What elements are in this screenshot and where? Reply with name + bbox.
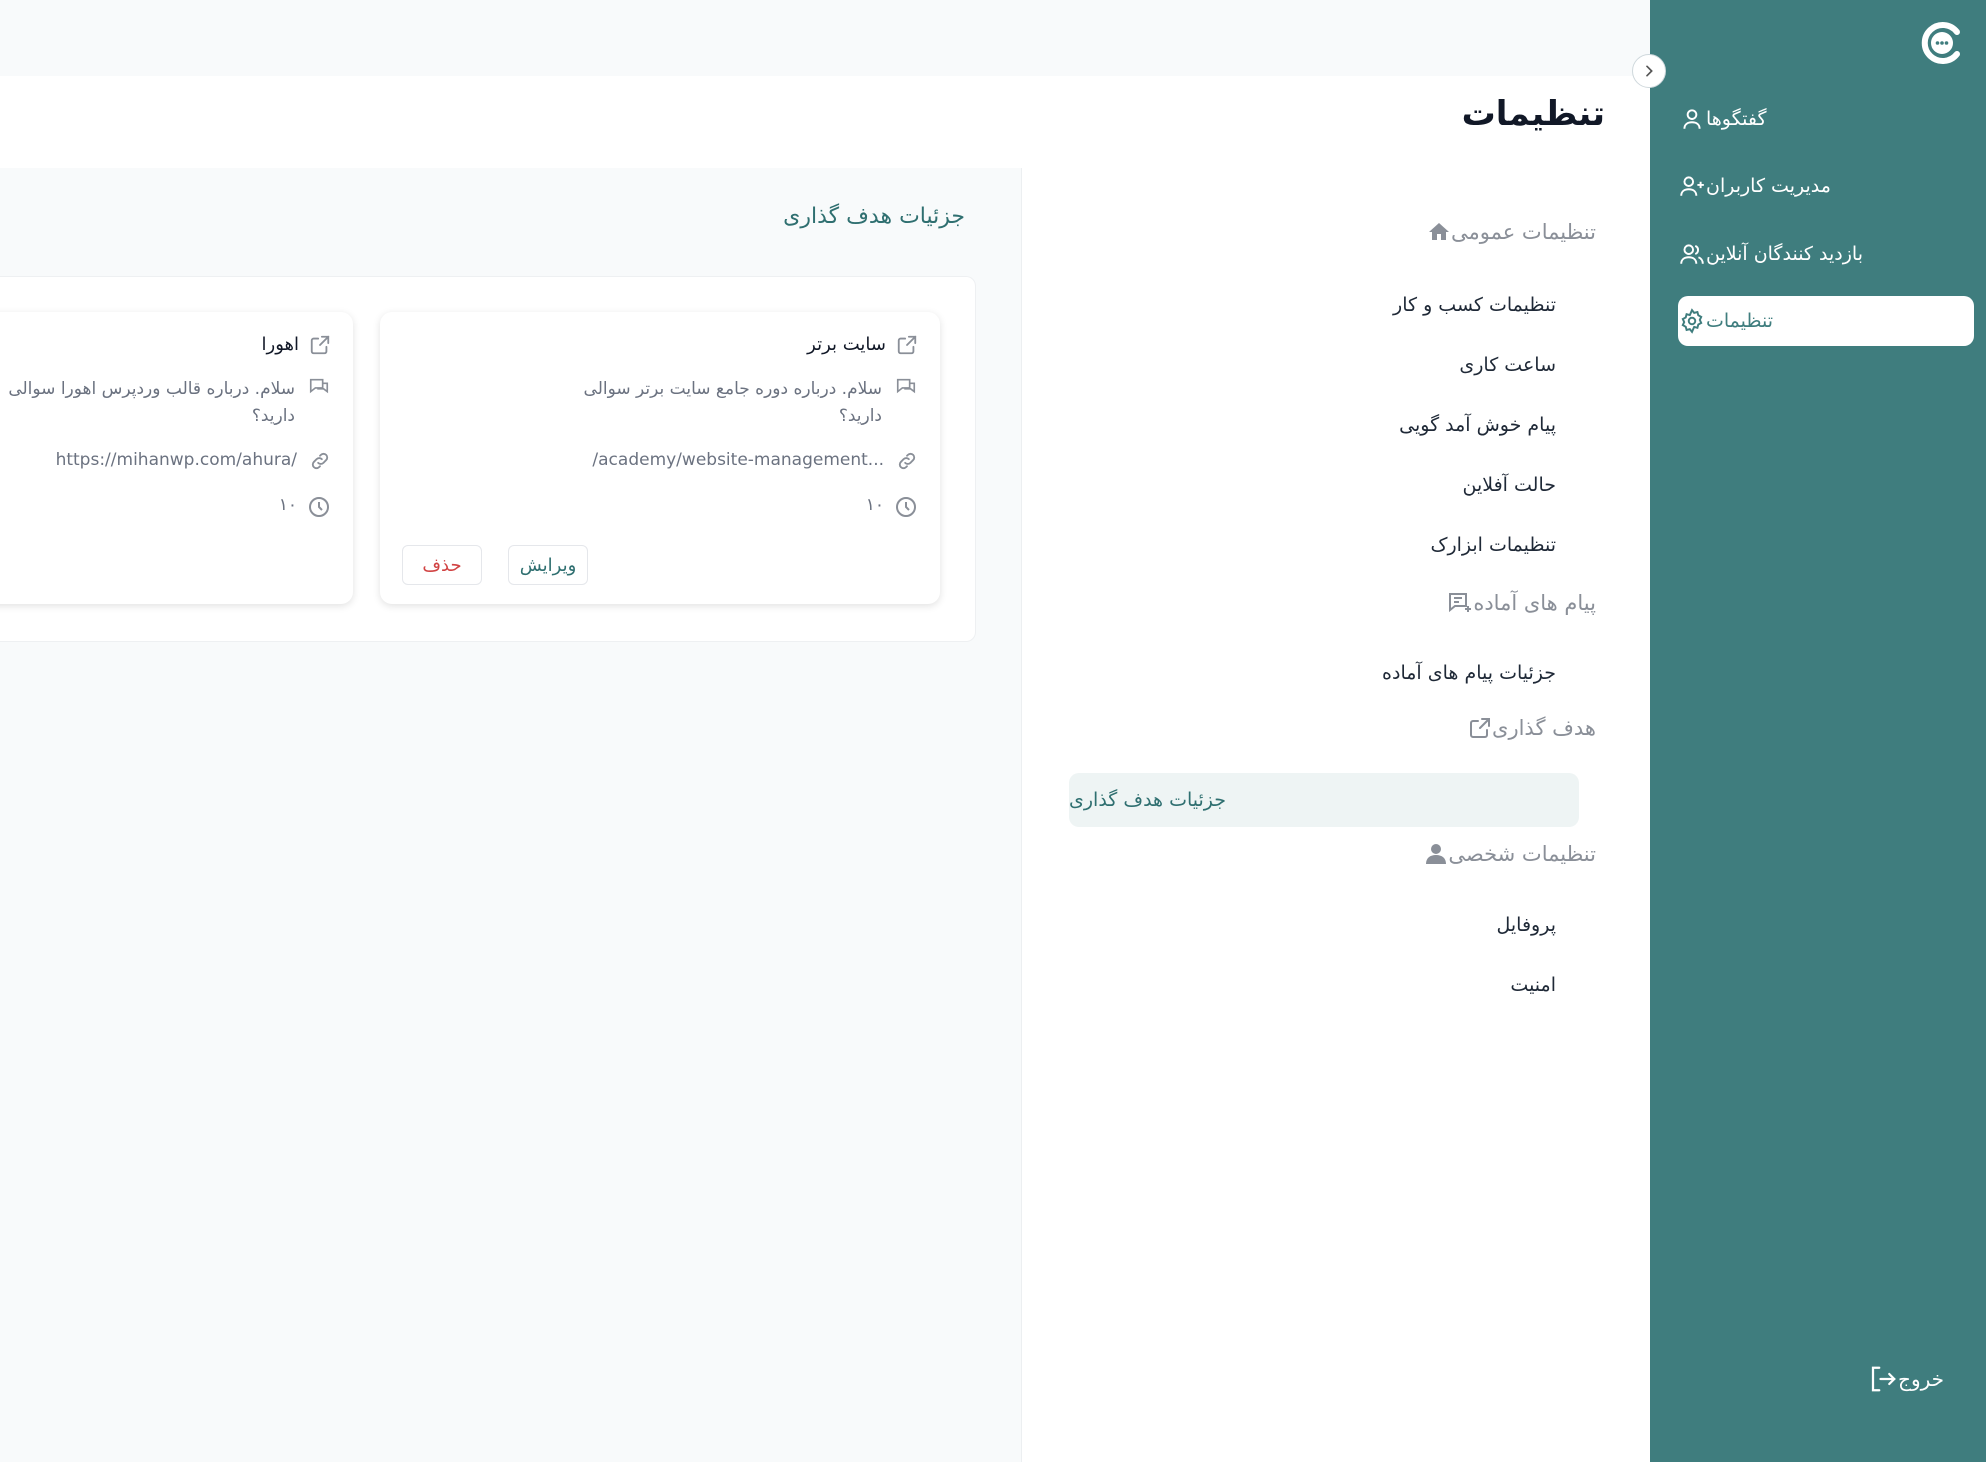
page-title: تنظیمات: [1461, 94, 1605, 134]
person-icon: [1424, 842, 1448, 866]
card-message: سلام. درباره دوره جامع سایت برتر سوالی د…: [583, 379, 882, 426]
menu-item-working-hours[interactable]: ساعت کاری: [1459, 354, 1556, 376]
chevron-right-icon: [1641, 63, 1657, 79]
delete-button[interactable]: حذف: [402, 545, 482, 585]
menu-item-welcome-message[interactable]: پیام خوش آمد گویی: [1399, 414, 1556, 436]
external-link-icon: [1468, 716, 1492, 740]
sidebar-item-settings[interactable]: تنظیمات: [1678, 296, 1974, 346]
logout-button[interactable]: خروج: [1868, 1364, 1956, 1394]
home-icon: [1427, 220, 1451, 244]
sidebar-item-label: تنظیمات: [1706, 310, 1774, 332]
user-plus-icon: [1678, 172, 1706, 200]
cards-panel: سایت برتر سلام. درباره دوره جامع سایت بر…: [0, 276, 976, 642]
top-strip: [0, 0, 1650, 76]
clock-icon: [894, 495, 918, 519]
sidebar-item-label: بازدید کنندگان آنلاین: [1706, 243, 1863, 265]
sidebar-item-label: گفتگوها: [1706, 108, 1767, 130]
message-add-icon: [1447, 591, 1473, 615]
menu-item-offline-mode[interactable]: حالت آفلاین: [1463, 474, 1556, 496]
menu-item-widget-settings[interactable]: تنظیمات ابزارک: [1430, 534, 1556, 556]
sidebar: گفتگوها مدیریت کاربران بازدید کنندگان آن…: [1650, 0, 1986, 1462]
users-icon: [1678, 240, 1706, 268]
external-link-icon[interactable]: [896, 334, 918, 356]
section-general: تنظیمات عمومی: [1427, 220, 1606, 244]
section-targeting: هدف گذاری: [1468, 716, 1606, 740]
card-title: اهورا: [261, 334, 300, 355]
menu-item-targeting-details[interactable]: جزئیات هدف گذاری: [1069, 773, 1579, 827]
user-icon: [1678, 105, 1706, 133]
chat-icon: [307, 376, 331, 398]
logout-icon: [1868, 1364, 1898, 1394]
menu-item-security[interactable]: امنیت: [1510, 974, 1556, 996]
menu-item-business-settings[interactable]: تنظیمات کسب و کار: [1393, 294, 1556, 316]
menu-item-canned-details[interactable]: جزئیات پیام های آماده: [1382, 662, 1556, 684]
card-title: سایت برتر: [807, 334, 886, 355]
edit-button[interactable]: ویرایش: [508, 545, 588, 585]
gear-icon: [1678, 307, 1706, 335]
section-personal: تنظیمات شخصی: [1424, 842, 1606, 866]
card-message: سلام. درباره قالب وردپرس اهورا سوالی دار…: [8, 379, 295, 426]
main-content: جزئیات هدف گذاری سایت برتر سلام. درباره …: [0, 168, 1021, 1462]
settings-menu: تنظیمات عمومی تنظیمات کسب و کار ساعت کار…: [1021, 168, 1651, 1462]
card-time: ۱۰: [278, 495, 297, 515]
clock-icon: [307, 495, 331, 519]
target-card: سایت برتر سلام. درباره دوره جامع سایت بر…: [380, 312, 940, 604]
card-link[interactable]: /academy/website-management...: [592, 450, 884, 470]
sidebar-item-user-management[interactable]: مدیریت کاربران: [1678, 161, 1974, 211]
section-title: جزئیات هدف گذاری: [783, 204, 965, 229]
section-canned-messages: پیام های آماده: [1447, 591, 1606, 615]
sidebar-item-conversations[interactable]: گفتگوها: [1678, 94, 1974, 144]
logout-label: خروج: [1898, 1367, 1944, 1391]
link-icon: [309, 450, 331, 472]
target-card: اهورا سلام. درباره قالب وردپرس اهورا سوا…: [0, 312, 353, 604]
sidebar-item-online-visitors[interactable]: بازدید کنندگان آنلاین: [1678, 229, 1974, 279]
external-link-icon[interactable]: [309, 334, 331, 356]
chat-icon: [894, 376, 918, 398]
card-link[interactable]: https://mihanwp.com/ahura/: [56, 450, 297, 470]
logo[interactable]: [1918, 20, 1964, 66]
collapse-sidebar-button[interactable]: [1632, 54, 1666, 88]
page-header: تنظیمات: [0, 76, 1650, 169]
sidebar-item-label: مدیریت کاربران: [1706, 175, 1831, 197]
link-icon: [896, 450, 918, 472]
card-time: ۱۰: [865, 495, 884, 515]
menu-item-profile[interactable]: پروفایل: [1497, 914, 1557, 936]
